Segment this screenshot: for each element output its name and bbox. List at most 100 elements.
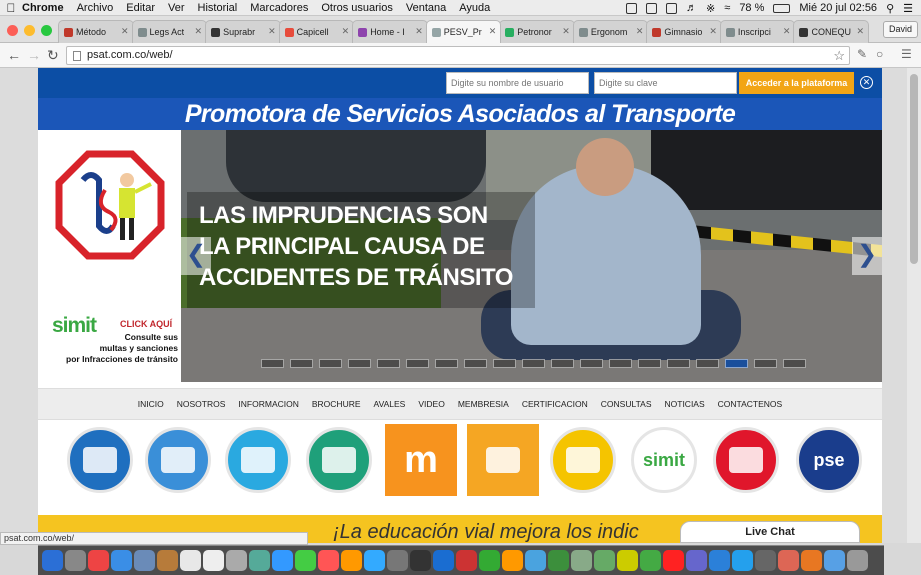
slider-dot[interactable]	[725, 359, 748, 368]
reload-icon[interactable]: ↻	[47, 47, 59, 63]
address-bar[interactable]: psat.com.co/web/ ☆	[66, 46, 850, 65]
slider-dot[interactable]	[348, 359, 371, 368]
browser-tab[interactable]: Capicell ✕	[278, 20, 355, 43]
slider-dot[interactable]	[638, 359, 661, 368]
presentation-icon[interactable]	[467, 424, 539, 496]
notification-center-icon[interactable]: ☰	[903, 2, 913, 15]
page-scrollbar[interactable]	[907, 68, 921, 543]
tab-close-icon[interactable]: ✕	[195, 26, 203, 37]
slider-dot[interactable]	[522, 359, 545, 368]
login-button[interactable]: Acceder a la plataforma	[739, 72, 854, 94]
nav-item-noticias[interactable]: NOTICIAS	[665, 399, 705, 409]
browser-tab[interactable]: Gimnasio ✕	[646, 20, 722, 43]
dock-app-icon[interactable]	[88, 550, 109, 571]
psat-logo-icon[interactable]	[55, 150, 165, 260]
tab-close-icon[interactable]: ✕	[489, 26, 497, 37]
menu-historial[interactable]: Historial	[198, 2, 238, 14]
minimize-window-button[interactable]	[24, 25, 35, 36]
dock-app-icon[interactable]	[249, 550, 270, 571]
slider-dot[interactable]	[667, 359, 690, 368]
menu-archivo[interactable]: Archivo	[77, 2, 114, 14]
nav-item-consultas[interactable]: CONSULTAS	[601, 399, 652, 409]
slider-dot[interactable]	[290, 359, 313, 368]
nav-item-video[interactable]: VIDEO	[418, 399, 444, 409]
nav-item-avales[interactable]: AVALES	[374, 399, 406, 409]
menu-ventana[interactable]: Ventana	[406, 2, 446, 14]
browser-tab[interactable]: Home - I ✕	[352, 20, 428, 43]
back-icon[interactable]: ←	[7, 47, 21, 63]
dock-app-icon[interactable]	[732, 550, 753, 571]
nav-item-informacion[interactable]: INFORMACION	[238, 399, 298, 409]
profile-button[interactable]: David	[882, 21, 918, 38]
dock-app-icon[interactable]	[617, 550, 638, 571]
slider-dot[interactable]	[609, 359, 632, 368]
slider-dot[interactable]	[493, 359, 516, 368]
dock-app-icon[interactable]	[663, 550, 684, 571]
dock-app-icon[interactable]	[571, 550, 592, 571]
clock[interactable]: Mié 20 jul 02:56	[799, 2, 877, 14]
close-circle-icon[interactable]: ✕	[860, 76, 873, 89]
dock-app-icon[interactable]	[456, 550, 477, 571]
m-logo-icon[interactable]	[550, 427, 616, 493]
display-icon[interactable]	[666, 2, 678, 14]
browser-tab[interactable]: Inscripci ✕	[719, 20, 796, 43]
payment-icon[interactable]	[225, 427, 291, 493]
skype-extension-icon[interactable]: ○	[876, 47, 883, 61]
slider-prev-icon[interactable]: ❮	[181, 237, 211, 275]
bookmark-star-icon[interactable]: ☆	[833, 47, 845, 64]
dock-app-icon[interactable]	[134, 550, 155, 571]
moodle-icon[interactable]: m	[385, 424, 457, 496]
dock-app-icon[interactable]	[272, 550, 293, 571]
browser-tab[interactable]: Método ✕	[58, 20, 134, 43]
dock-app-icon[interactable]	[387, 550, 408, 571]
skype-icon[interactable]	[626, 2, 638, 14]
menu-editar[interactable]: Editar	[126, 2, 155, 14]
menu-otros-usuarios[interactable]: Otros usuarios	[321, 2, 393, 14]
dock-app-icon[interactable]	[709, 550, 730, 571]
tab-close-icon[interactable]: ✕	[268, 26, 276, 37]
dock-app-icon[interactable]	[640, 550, 661, 571]
forward-icon[interactable]: →	[27, 47, 41, 63]
tab-close-icon[interactable]: ✕	[562, 26, 570, 37]
browser-tab[interactable]: PESV_Pr ✕	[425, 20, 502, 43]
battery-icon[interactable]	[773, 3, 791, 13]
tab-close-icon[interactable]: ✕	[121, 26, 129, 37]
dock-app-icon[interactable]	[824, 550, 845, 571]
browser-tab[interactable]: Petronor ✕	[499, 20, 575, 43]
dock-app-icon[interactable]	[525, 550, 546, 571]
dock-app-icon[interactable]	[65, 550, 86, 571]
eyedropper-icon[interactable]: ✎	[857, 47, 867, 61]
battery-percent[interactable]: 78 %	[739, 2, 764, 14]
nav-item-certificacion[interactable]: CERTIFICACION	[522, 399, 588, 409]
close-window-button[interactable]	[7, 25, 18, 36]
slider-dot[interactable]	[377, 359, 400, 368]
password-input[interactable]	[594, 72, 737, 94]
dock-app-icon[interactable]	[364, 550, 385, 571]
group-icon[interactable]	[67, 427, 133, 493]
browser-tab[interactable]: CONEQU ✕	[793, 20, 870, 43]
nav-item-contactenos[interactable]: CONTACTENOS	[718, 399, 783, 409]
red-logo-icon[interactable]	[713, 427, 779, 493]
menu-marcadores[interactable]: Marcadores	[250, 2, 308, 14]
scrollbar-thumb[interactable]	[910, 74, 918, 264]
slider-next-icon[interactable]: ❯	[852, 237, 882, 275]
browser-tab[interactable]: Legs Act ✕	[131, 20, 208, 43]
dock-app-icon[interactable]	[801, 550, 822, 571]
menu-ayuda[interactable]: Ayuda	[459, 2, 490, 14]
dock-app-icon[interactable]	[847, 550, 868, 571]
browser-tab[interactable]: Suprabr ✕	[205, 20, 281, 43]
pse-icon[interactable]: pse	[796, 427, 862, 493]
dock-app-icon[interactable]	[42, 550, 63, 571]
tab-close-icon[interactable]: ✕	[415, 26, 423, 37]
bluetooth-icon[interactable]: ※	[706, 2, 715, 15]
dock-app-icon[interactable]	[203, 550, 224, 571]
tab-close-icon[interactable]: ✕	[636, 26, 644, 37]
dock-app-icon[interactable]	[318, 550, 339, 571]
slider-dot[interactable]	[754, 359, 777, 368]
zoom-window-button[interactable]	[41, 25, 52, 36]
hero-slider[interactable]: LAS IMPRUDENCIAS SON LA PRINCIPAL CAUSA …	[181, 130, 882, 382]
slider-dot[interactable]	[783, 359, 806, 368]
slider-dot[interactable]	[261, 359, 284, 368]
nav-item-nosotros[interactable]: NOSOTROS	[177, 399, 226, 409]
slider-dot[interactable]	[435, 359, 458, 368]
